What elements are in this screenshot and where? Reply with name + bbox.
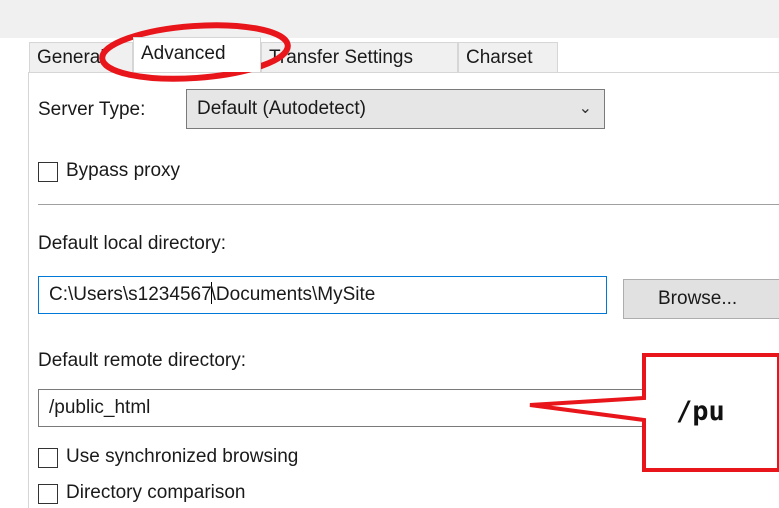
remote-dir-input[interactable]: /public_html — [38, 389, 779, 427]
section-divider — [38, 204, 779, 205]
tab-page-left-border — [28, 72, 29, 508]
local-dir-input[interactable]: C:\Users\s1234567\Documents\MySite — [38, 276, 607, 314]
tab-charset[interactable]: Charset — [458, 42, 558, 72]
chevron-down-icon[interactable]: ⌄ — [579, 90, 592, 128]
sync-browsing-checkbox[interactable] — [38, 448, 58, 468]
bypass-proxy-checkbox[interactable] — [38, 162, 58, 182]
browse-button[interactable]: Browse... — [623, 279, 779, 319]
tab-general[interactable]: General — [29, 42, 133, 72]
dir-comparison-checkbox[interactable] — [38, 484, 58, 504]
tab-page-border — [28, 72, 779, 73]
sync-browsing-label[interactable]: Use synchronized browsing — [66, 446, 298, 468]
local-dir-value-start: C:\Users\s1234567 — [49, 284, 212, 305]
tab-transfer-settings[interactable]: Transfer Settings — [261, 42, 458, 72]
local-dir-label: Default local directory: — [38, 233, 226, 254]
server-type-value: Default (Autodetect) — [197, 98, 366, 119]
dir-comparison-label[interactable]: Directory comparison — [66, 482, 246, 504]
bypass-proxy-label[interactable]: Bypass proxy — [66, 160, 180, 182]
callout-text: /pu — [676, 396, 725, 427]
tab-advanced[interactable]: Advanced — [133, 37, 261, 72]
server-type-label: Server Type: — [38, 99, 146, 120]
local-dir-value-end: \Documents\MySite — [210, 284, 376, 305]
server-type-select[interactable]: Default (Autodetect) ⌄ — [186, 89, 605, 129]
remote-dir-label: Default remote directory: — [38, 350, 247, 371]
tab-strip — [0, 0, 779, 38]
